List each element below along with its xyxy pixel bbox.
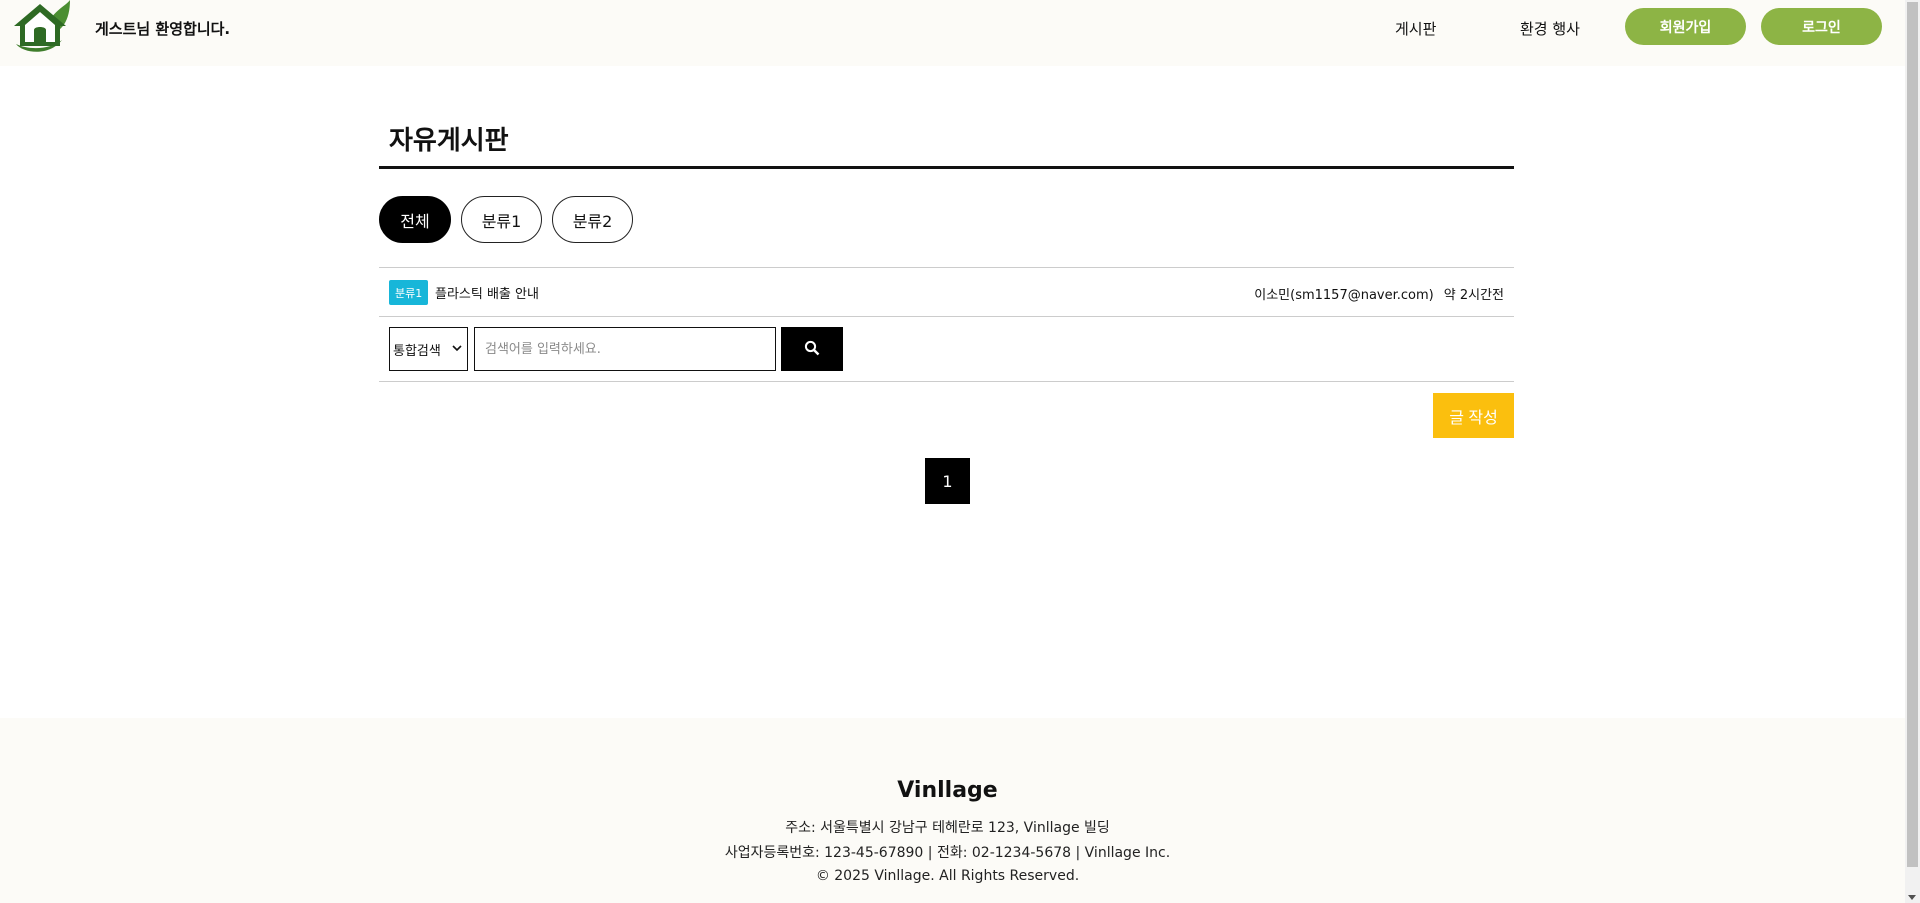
scroll-down-arrow-icon[interactable] — [1908, 895, 1916, 900]
footer-business-info: 사업자등록번호: 123-45-67890 | 전화: 02-1234-5678… — [724, 845, 1171, 861]
search-button[interactable] — [781, 327, 843, 371]
title-divider — [379, 166, 1514, 169]
tab-all[interactable]: 전체 — [379, 196, 451, 243]
tab-category-1[interactable]: 분류1 — [461, 196, 542, 243]
footer-address: 주소: 서울특별시 강남구 테헤란로 123, Vinllage 빌딩 — [785, 820, 1110, 836]
scrollbar-thumb[interactable] — [1907, 2, 1918, 867]
post-time: 약 2시간전 — [1443, 288, 1504, 303]
search-type-select[interactable]: 통합검색 — [389, 327, 468, 371]
search-input[interactable] — [474, 327, 776, 371]
site-header: 게스트님 환영합니다. 게시판 환경 행사 회원가입 로그인 — [0, 0, 1905, 66]
category-tabs: 전체 분류1 분류2 — [379, 196, 633, 243]
footer-copyright: © 2025 Vinllage. All Rights Reserved. — [815, 868, 1080, 884]
site-footer: Vinllage 주소: 서울특별시 강남구 테헤란로 123, Vinllag… — [0, 718, 1905, 903]
post-title[interactable]: 플라스틱 배출 안내 — [435, 283, 539, 302]
nav-board[interactable]: 게시판 — [1395, 18, 1436, 39]
category-badge: 분류1 — [389, 280, 429, 305]
footer-brand: Vinllage — [897, 778, 998, 803]
vertical-scrollbar[interactable] — [1905, 0, 1920, 903]
search-icon — [804, 340, 820, 359]
chevron-down-icon — [452, 342, 462, 352]
search-bar: 통합검색 — [379, 317, 1514, 382]
search-type-value: 통합검색 — [393, 343, 441, 359]
post-author: 이소민(sm1157@naver.com) — [1254, 288, 1434, 303]
list-item[interactable]: 분류1 플라스틱 배출 안내 이소민(sm1157@naver.com) 약 2… — [379, 267, 1514, 317]
write-post-button[interactable]: 글 작성 — [1433, 393, 1514, 438]
login-button[interactable]: 로그인 — [1761, 8, 1882, 45]
page-number-1[interactable]: 1 — [925, 458, 970, 504]
page: 게스트님 환영합니다. 게시판 환경 행사 회원가입 로그인 자유게시판 전체 … — [0, 0, 1905, 903]
signup-button[interactable]: 회원가입 — [1625, 8, 1746, 45]
welcome-message: 게스트님 환영합니다. — [95, 20, 231, 38]
post-meta: 이소민(sm1157@naver.com) 약 2시간전 — [1254, 284, 1504, 303]
page-title: 자유게시판 — [389, 126, 509, 156]
nav-environment-event[interactable]: 환경 행사 — [1520, 18, 1580, 39]
tab-category-2[interactable]: 분류2 — [552, 196, 633, 243]
house-leaf-logo[interactable] — [10, 0, 70, 54]
